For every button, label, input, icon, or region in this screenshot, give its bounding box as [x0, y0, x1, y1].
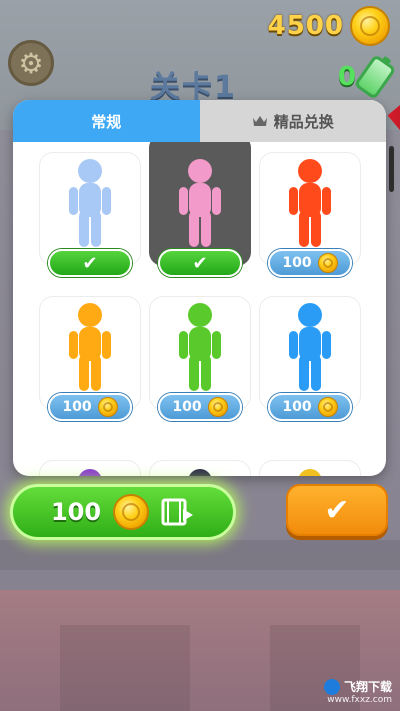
energy-counter: 0 [337, 53, 397, 101]
coin-icon [207, 397, 228, 417]
background-block [60, 625, 190, 711]
skin-card-dark[interactable] [149, 460, 251, 476]
tab-regular-label: 常规 [91, 112, 122, 131]
skin-card-light-blue[interactable]: ✔ [39, 152, 141, 277]
coin-icon [113, 494, 150, 530]
crown-icon [252, 116, 267, 126]
character-figure [79, 469, 101, 476]
watch-ad-reward-button[interactable]: 100 [10, 484, 236, 540]
reward-amount: 100 [50, 498, 102, 526]
skin-shop-panel: 常规 精品兑换 ✔ ✔ 100 100 100 100 [13, 100, 386, 476]
character-figure [69, 159, 111, 247]
watermark-logo: 飞翔下载 www.fxxz.com [323, 678, 392, 705]
coin-icon [97, 397, 118, 417]
character-figure [289, 303, 331, 391]
price-badge[interactable]: 100 [268, 249, 352, 277]
coin-count: 4500 [267, 11, 344, 41]
price-badge[interactable]: 100 [48, 393, 132, 421]
coin-icon [317, 253, 338, 273]
background-ledge [0, 540, 400, 570]
price-badge[interactable]: 100 [158, 393, 242, 421]
character-figure [289, 159, 331, 247]
skin-card-blue[interactable]: 100 [259, 296, 361, 421]
scrollbar[interactable] [389, 146, 394, 192]
character-figure [189, 469, 211, 476]
skin-card-yellow[interactable] [259, 460, 361, 476]
coin-icon [350, 6, 390, 46]
shop-tabs: 常规 精品兑换 [13, 100, 386, 142]
tab-regular[interactable]: 常规 [13, 100, 200, 142]
gear-icon: ⚙ [18, 46, 44, 80]
owned-check-badge: ✔ [158, 249, 242, 277]
skin-card-pink[interactable]: ✔ [149, 142, 251, 277]
confirm-button[interactable]: ✔ [286, 484, 388, 536]
brand-logo-icon [323, 679, 340, 695]
price-value: 100 [282, 399, 312, 415]
coin-counter: 4500 [268, 4, 390, 48]
settings-button[interactable]: ⚙ [8, 40, 54, 86]
video-ad-icon [161, 498, 194, 526]
price-value: 100 [172, 399, 202, 415]
character-figure [69, 303, 111, 391]
character-figure [179, 159, 221, 247]
price-value: 100 [282, 255, 312, 271]
price-value: 100 [62, 399, 92, 415]
skin-card-green[interactable]: 100 [149, 296, 251, 421]
price-badge[interactable]: 100 [268, 393, 352, 421]
character-figure [179, 303, 221, 391]
tab-premium-label: 精品兑换 [273, 112, 334, 131]
coin-icon [317, 397, 338, 417]
skin-card-red[interactable]: 100 [259, 152, 361, 277]
watermark-brand: 飞翔下载 [343, 679, 392, 694]
check-icon: ✔ [324, 492, 350, 528]
watermark-url: www.fxxz.com [327, 695, 392, 705]
skin-card-purple[interactable] [39, 460, 141, 476]
character-figure [299, 469, 321, 476]
skin-card-orange[interactable]: 100 [39, 296, 141, 421]
owned-check-badge: ✔ [48, 249, 132, 277]
energy-count: 0 [337, 62, 356, 92]
skin-grid: ✔ ✔ 100 100 100 100 [13, 142, 386, 476]
tab-premium-exchange[interactable]: 精品兑换 [199, 100, 386, 142]
